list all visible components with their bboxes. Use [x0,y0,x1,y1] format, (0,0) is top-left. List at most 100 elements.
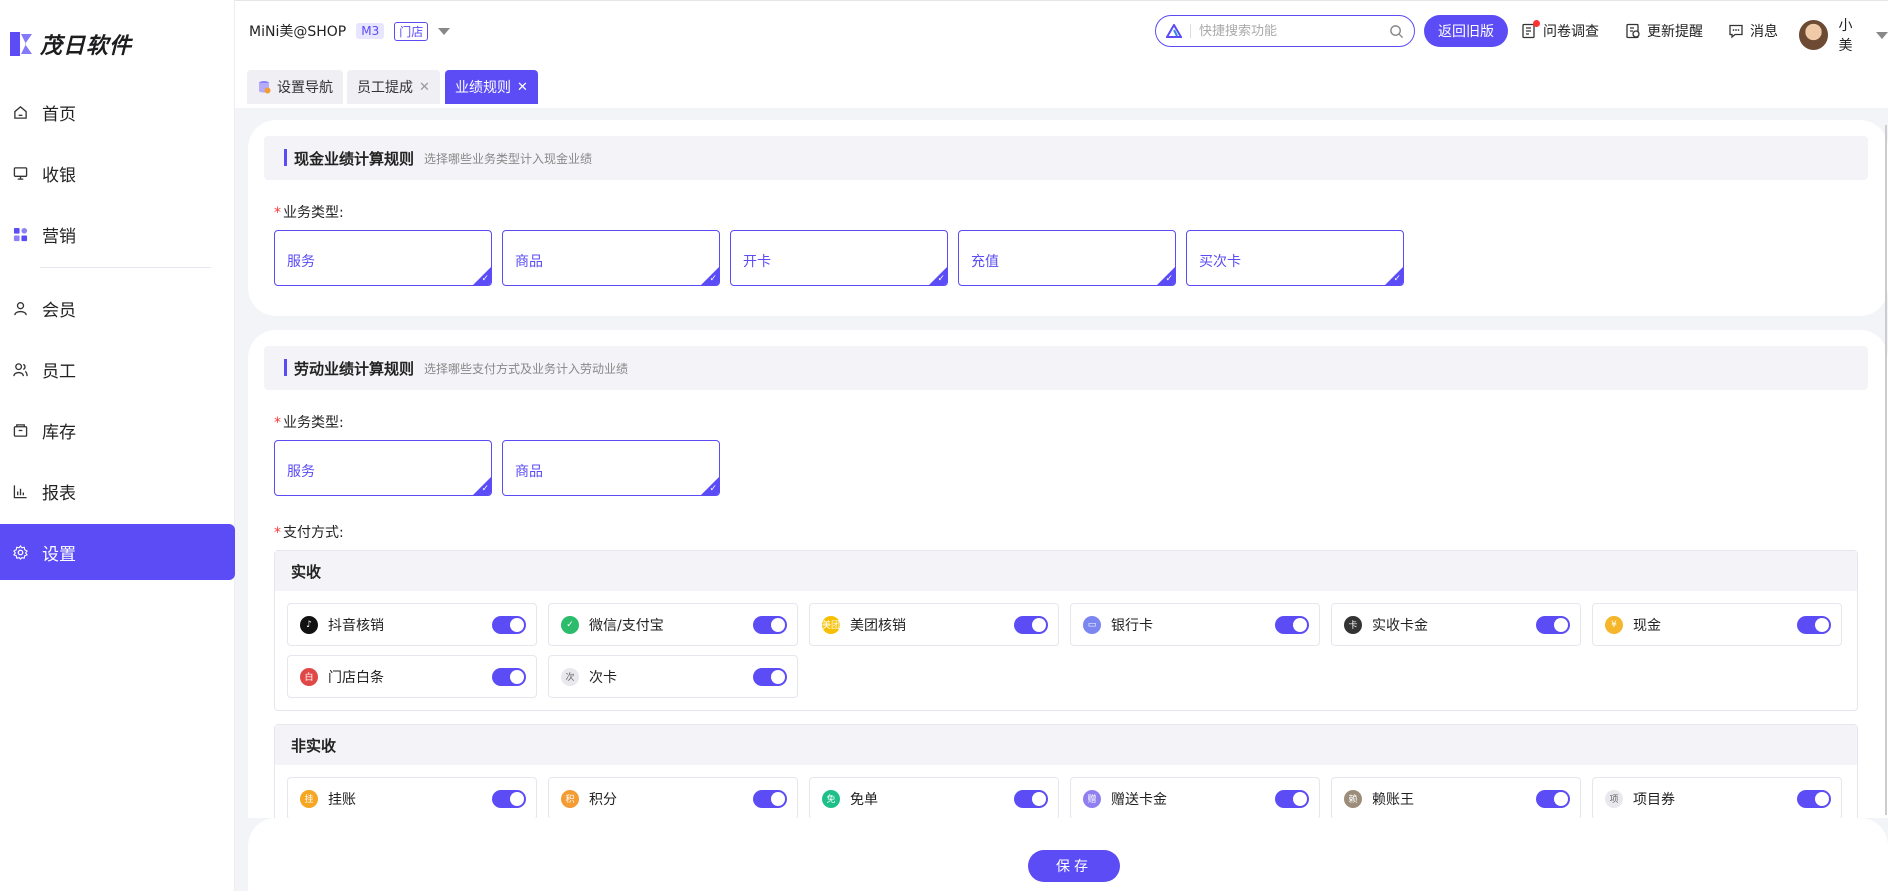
payment-method-toggle[interactable] [1275,615,1309,634]
payment-method-name: 抖音核销 [328,617,384,634]
return-old-version-button[interactable]: 返回旧版 [1424,15,1508,47]
sidebar-item-report[interactable]: 报表 [0,463,235,519]
payment-method-toggle[interactable] [492,615,526,634]
notification-dot [1533,20,1540,27]
payment-grid: 挂挂账积积分免免单赠赠送卡金赖赖账王项项目券 [275,765,1857,818]
update-label: 更新提醒 [1647,24,1703,40]
survey-icon [1521,20,1540,39]
scrollbar[interactable] [1885,125,1887,815]
chevron-down-icon[interactable] [438,27,451,35]
check-icon: ✓ [1165,274,1173,284]
payment-method-name: 免单 [850,791,878,808]
sidebar-item-label: 会员 [42,300,76,321]
payment-method-toggle[interactable] [753,789,787,808]
payment-method-icon: 白 [300,667,318,686]
payment-method-icon: ▭ [1083,615,1101,634]
check-icon: ✓ [937,274,945,284]
version-badge: M3 [356,23,385,39]
required-mark: * [274,205,281,221]
type-option-goods[interactable]: 商品 ✓ [502,230,720,286]
top-bar: MiNi美@SHOP M3 门店 返回旧版 问卷调查 更新提醒 消息 小美 [235,0,1888,58]
payment-method-item: ✓ 微信/支付宝 [548,603,798,646]
payment-method-toggle[interactable] [1797,789,1831,808]
user-name: 小美 [1838,18,1853,54]
business-type-options: 服务 ✓ 商品 ✓ 开卡 ✓ 充值 ✓ 买次卡 ✓ [274,230,1404,286]
payment-method-toggle[interactable] [1275,789,1309,808]
tab-staff-commission[interactable]: 员工提成 ✕ [347,70,440,104]
type-option-goods[interactable]: 商品 ✓ [502,440,720,496]
type-option-label: 商品 [515,254,543,270]
avatar [1799,20,1829,50]
type-option-recharge[interactable]: 充值 ✓ [958,230,1176,286]
tab-performance-rules[interactable]: 业绩规则 ✕ [445,70,538,104]
user-menu[interactable]: 小美 [1799,15,1888,55]
save-button[interactable]: 保存 [1028,850,1120,882]
section-header: 现金业绩计算规则 选择哪些业务类型计入现金业绩 [264,136,1868,180]
check-icon: ✓ [709,484,717,494]
search-icon[interactable] [1389,24,1404,39]
payment-method-icon: 挂 [300,789,318,808]
payment-method-icon: 卡 [1344,615,1362,634]
sidebar-item-inventory[interactable]: 库存 [0,402,235,458]
type-option-buy-times-card[interactable]: 买次卡 ✓ [1186,230,1404,286]
business-type-options: 服务 ✓ 商品 ✓ [274,440,720,496]
section-header: 劳动业绩计算规则 选择哪些支付方式及业务计入劳动业绩 [264,346,1868,390]
update-icon [1626,23,1640,39]
payment-method-name: 美团核销 [850,617,906,634]
search-divider [1190,24,1191,38]
brand-logo[interactable]: 茂日软件 [8,28,132,60]
payment-method-toggle[interactable] [492,667,526,686]
sidebar-item-staff[interactable]: 员工 [0,341,235,397]
search-input[interactable] [1199,23,1381,39]
payment-method-toggle[interactable] [1536,615,1570,634]
section-subtitle: 选择哪些支付方式及业务计入劳动业绩 [424,361,629,376]
payment-method-item: 白门店白条 [287,655,537,698]
message-label: 消息 [1750,24,1778,40]
sidebar-item-settings[interactable]: 设置 [0,524,235,580]
update-reminder-link[interactable]: 更新提醒 [1625,21,1703,41]
close-icon[interactable]: ✕ [517,80,528,95]
close-icon[interactable]: ✕ [419,80,430,95]
payment-method-toggle[interactable] [1014,615,1048,634]
messages-link[interactable]: 消息 [1728,21,1778,41]
survey-link[interactable]: 问卷调查 [1521,20,1599,41]
sidebar-divider [40,267,211,268]
payment-method-icon: ♪ [300,615,318,634]
section-title: 劳动业绩计算规则 [294,359,415,378]
payment-method-toggle[interactable] [1014,789,1048,808]
payment-method-toggle[interactable] [753,667,787,686]
type-option-label: 商品 [515,464,543,480]
payment-method-item: 赖赖账王 [1331,777,1581,818]
payment-method-toggle[interactable] [492,789,526,808]
payment-method-item: 赠赠送卡金 [1070,777,1320,818]
database-icon [259,81,271,94]
sidebar-item-marketing[interactable]: 营销 [0,206,235,262]
sidebar-item-home[interactable]: 首页 [0,84,235,140]
type-option-service[interactable]: 服务 ✓ [274,440,492,496]
type-option-open-card[interactable]: 开卡 ✓ [730,230,948,286]
payment-group-non-actual: 非实收 挂挂账积积分免免单赠赠送卡金赖赖账王项项目券 [274,724,1858,818]
payment-method-label: * 支付方式: [274,522,344,542]
quick-search[interactable] [1155,15,1415,47]
cash-performance-card: 现金业绩计算规则 选择哪些业务类型计入现金业绩 * 业务类型: 服务 ✓ 商品 ✓ 开… [248,120,1888,316]
sidebar-item-label: 设置 [42,544,76,565]
sidebar-item-cashier[interactable]: 收银 [0,145,235,201]
tab-settings-nav[interactable]: 设置导航 [247,70,343,104]
search-logo-icon [1166,24,1182,38]
shop-switcher[interactable]: MiNi美@SHOP M3 门店 [249,21,451,41]
payment-method-toggle[interactable] [1797,615,1831,634]
payment-method-name: 现金 [1633,617,1661,634]
footer-bar: 保存 [248,818,1888,891]
staff-icon [12,361,28,377]
tab-label: 业绩规则 [455,80,511,96]
payment-method-toggle[interactable] [753,615,787,634]
sidebar-item-member[interactable]: 会员 [0,280,235,336]
payment-method-icon: 赖 [1344,789,1362,808]
report-icon [12,483,28,499]
marketing-icon [12,226,28,242]
payment-method-toggle[interactable] [1536,789,1570,808]
payment-method-icon: 积 [561,789,579,808]
payment-method-name: 积分 [589,791,617,808]
type-option-service[interactable]: 服务 ✓ [274,230,492,286]
sidebar-item-label: 员工 [42,361,76,382]
